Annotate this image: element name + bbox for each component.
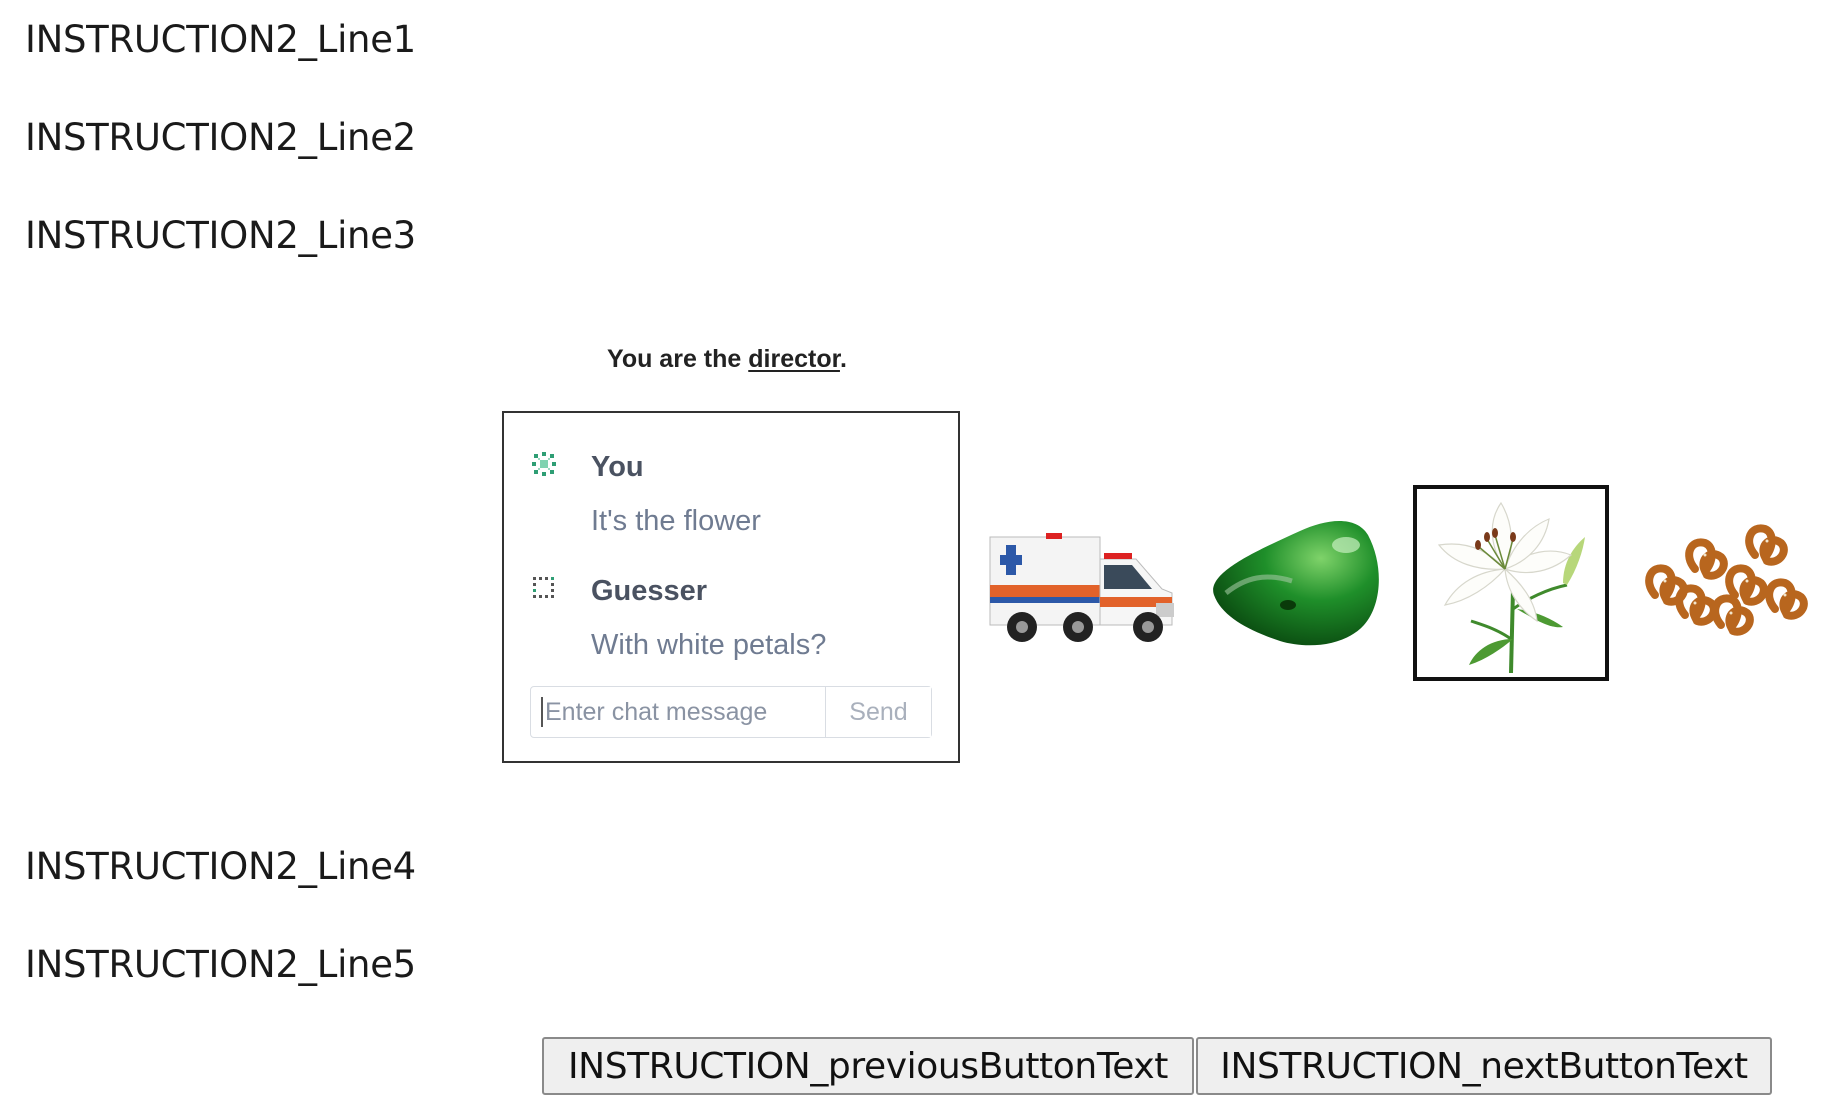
ambulance-icon [989,533,1174,642]
image-tile-computer-mouse[interactable] [1196,485,1392,681]
role-name: director [748,345,840,373]
chat-message-input[interactable] [541,697,825,727]
image-tile-pretzels[interactable] [1625,485,1821,681]
role-banner-prefix: You are the [607,345,749,373]
role-banner-suffix: . [839,345,847,373]
previous-button[interactable]: INSTRUCTION_previousButtonText [542,1037,1194,1095]
role-banner: You are the director. [607,345,847,374]
message-text: It's the flower [591,505,761,537]
instruction-line-2: INSTRUCTION2_Line2 [25,116,416,159]
instruction-line-4: INSTRUCTION2_Line4 [25,845,416,888]
next-button[interactable]: INSTRUCTION_nextButtonText [1196,1037,1772,1095]
message-sender: You [591,451,644,483]
chat-panel: You It's the flower Guesser With white p… [502,411,960,763]
instruction-line-1: INSTRUCTION2_Line1 [25,18,416,61]
dotted-square-avatar-icon [533,577,554,598]
instruction-line-3: INSTRUCTION2_Line3 [25,214,416,257]
send-button[interactable]: Send [825,687,931,737]
instruction-line-5: INSTRUCTION2_Line5 [25,943,416,986]
pretzels-icon [1645,524,1808,636]
message-text: With white petals? [591,629,827,661]
computer-mouse-icon [1213,521,1379,646]
chat-input-form: Send [530,686,932,738]
image-tile-ambulance[interactable] [986,485,1182,681]
message-sender: Guesser [591,575,708,607]
image-tile-lily-flower[interactable] [1413,485,1609,681]
green-grid-avatar-icon [532,452,556,476]
lily-flower-icon [1437,501,1585,674]
